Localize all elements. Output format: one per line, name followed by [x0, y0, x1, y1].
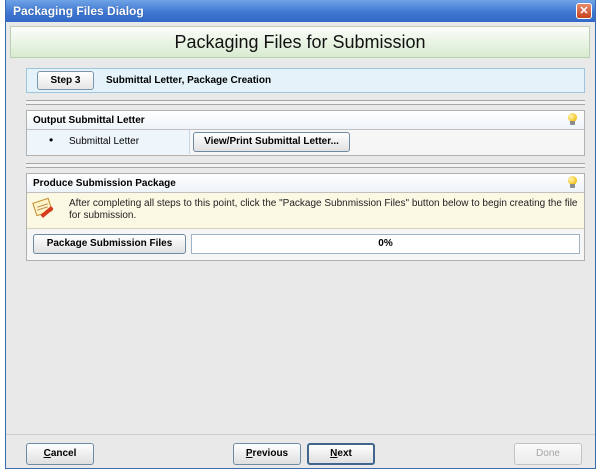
step-bar: Step 3 Submittal Letter, Package Creatio…: [26, 68, 585, 93]
next-button[interactable]: Next: [307, 443, 375, 465]
step-description: Submittal Letter, Package Creation: [106, 75, 272, 86]
done-button: Done: [514, 443, 582, 465]
divider: [26, 163, 585, 168]
bullet: •: [49, 133, 54, 147]
package-row: Package Submission Files 0%: [27, 229, 584, 259]
page-header: Packaging Files for Submission: [10, 26, 590, 58]
previous-button[interactable]: Previous: [233, 443, 301, 465]
lightbulb-icon[interactable]: [568, 176, 577, 189]
cancel-button[interactable]: Cancel: [26, 443, 94, 465]
progress-label: 0%: [378, 238, 393, 249]
info-note: After completing all steps to this point…: [27, 193, 584, 229]
view-print-submittal-letter-button[interactable]: View/Print Submittal Letter...: [193, 132, 350, 152]
title-bar: Packaging Files Dialog ✕: [6, 0, 595, 22]
section-header: Output Submittal Letter: [27, 111, 584, 130]
divider: [26, 100, 585, 105]
submittal-letter-cell: • Submittal Letter: [27, 130, 190, 154]
step-button[interactable]: Step 3: [37, 71, 94, 90]
info-text: After completing all steps to this point…: [69, 198, 578, 221]
section-title: Output Submittal Letter: [33, 115, 145, 126]
close-icon: ✕: [579, 5, 589, 17]
submittal-letter-label: Submittal Letter: [69, 136, 140, 147]
window-title: Packaging Files Dialog: [13, 4, 144, 18]
packaging-files-dialog: Packaging Files Dialog ✕ Packaging Files…: [5, 0, 596, 469]
section-title: Produce Submission Package: [33, 178, 176, 189]
lightbulb-icon[interactable]: [568, 113, 577, 126]
package-submission-files-button[interactable]: Package Submission Files: [33, 234, 186, 254]
close-button[interactable]: ✕: [576, 3, 592, 19]
output-submittal-letter-section: Output Submittal Letter • Submittal Lett…: [26, 110, 585, 156]
note-pencil-icon: [32, 197, 54, 219]
page-title: Packaging Files for Submission: [174, 32, 426, 52]
section-header: Produce Submission Package: [27, 174, 584, 193]
footer: Cancel Previous Next Done: [6, 434, 595, 468]
progress-bar: 0%: [191, 234, 580, 254]
submittal-letter-row: • Submittal Letter View/Print Submittal …: [27, 130, 584, 154]
produce-submission-package-section: Produce Submission Package After complet…: [26, 173, 585, 261]
